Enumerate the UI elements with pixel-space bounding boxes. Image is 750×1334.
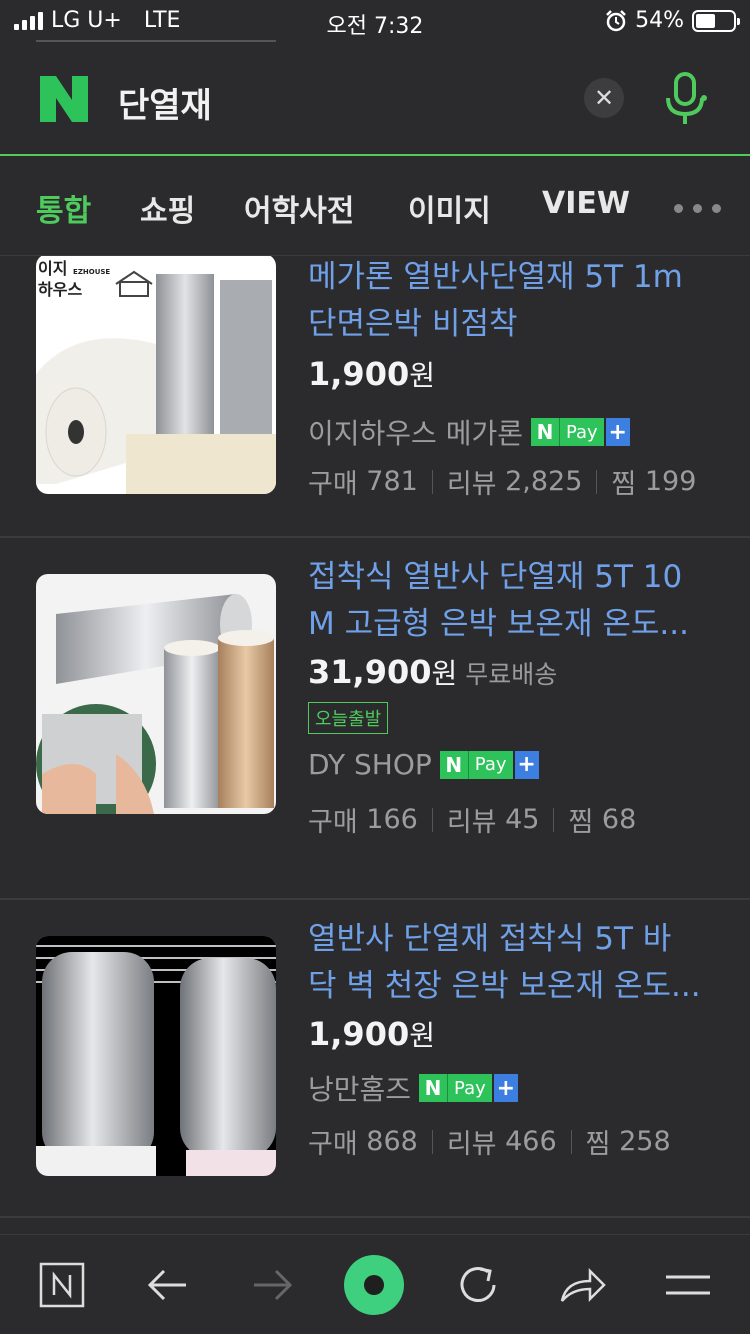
product-title-line1: 메가론 열반사단열재 5T 1m [308, 259, 683, 295]
likes-count: 199 [644, 466, 697, 497]
tab-integrated[interactable]: 통합 [36, 186, 91, 230]
bottom-toolbar [0, 1234, 750, 1334]
reviews-count: 2,825 [505, 466, 583, 497]
product-stats: 구매 868 리뷰 466 찜 258 [308, 1122, 671, 1161]
thumb-text-bottom: 하우스 [38, 280, 83, 299]
price-currency: 원 [409, 1019, 435, 1052]
product-title-line1: 접착식 열반사 단열재 5T 10 [308, 559, 683, 595]
likes-count: 258 [619, 1126, 671, 1157]
product-thumbnail[interactable]: 이지 EZHOUSE 하우스 [36, 256, 276, 494]
product-stats: 구매 166 리뷰 45 찜 68 [308, 800, 636, 839]
close-icon: ✕ [593, 84, 615, 112]
product-title[interactable]: 열반사 단열재 접착식 5T 바 닥 벽 천장 은박 보온재 온도... [308, 916, 718, 1010]
seller-row: DY SHOP N Pay + [308, 748, 539, 781]
tab-dictionary[interactable]: 어학사전 [244, 186, 354, 230]
product-title[interactable]: 메가론 열반사단열재 5T 1m 단면은박 비점착 [308, 256, 718, 348]
green-dot-icon[interactable] [344, 1255, 404, 1315]
thumb-text-top: 이지 [38, 259, 68, 278]
product-title-line2: 단면은박 비점착 [308, 306, 518, 342]
npay-n-icon: N [419, 1074, 448, 1102]
battery-fill [696, 13, 715, 28]
price-currency: 원 [431, 657, 458, 690]
product-title[interactable]: 접착식 열반사 단열재 5T 10 M 고급형 은박 보온재 온도... [308, 554, 718, 648]
tab-shopping[interactable]: 쇼핑 [140, 186, 195, 230]
seller-row: 이지하우스 메가론 N Pay + [308, 412, 630, 452]
product-title-line2: M 고급형 은박 보온재 온도... [308, 606, 689, 642]
product-stats: 구매 781 리뷰 2,825 찜 199 [308, 462, 696, 501]
npay-label: Pay [558, 418, 604, 446]
refresh-icon[interactable] [454, 1261, 502, 1309]
npay-badge: N Pay + [419, 1074, 518, 1102]
plus-icon: + [514, 750, 539, 779]
purchases-label: 구매 [308, 1129, 358, 1160]
status-right: 54% [605, 8, 740, 33]
thumb-brand: EZHOUSE [73, 268, 111, 276]
tab-images[interactable]: 이미지 [408, 186, 491, 230]
npay-label: Pay [467, 750, 513, 779]
product-card[interactable]: 접착식 열반사 단열재 5T 10 M 고급형 은박 보온재 온도... 31,… [0, 538, 750, 900]
likes-label: 찜 [585, 1129, 611, 1160]
product-price: 31,900원 무료배송 [308, 652, 557, 692]
likes-count: 68 [601, 804, 637, 835]
naver-logo-icon[interactable] [40, 76, 88, 122]
npay-badge: N Pay + [439, 750, 539, 779]
product-card[interactable]: 열반사 단열재 접착식 5T 바 닥 벽 천장 은박 보온재 온도... 1,9… [0, 900, 750, 1218]
more-tabs-icon[interactable] [674, 204, 721, 213]
reviews-count: 45 [505, 804, 540, 835]
product-thumbnail[interactable] [36, 936, 276, 1176]
plus-icon: + [605, 418, 630, 446]
status-bar: LG U+ LTE 오전 7:32 54% [0, 0, 750, 40]
clear-search-button[interactable]: ✕ [584, 78, 624, 118]
product-card[interactable]: 이지 EZHOUSE 하우스 메가론 열반사단열재 5T 1m 단면은박 비점착… [0, 256, 750, 538]
same-day-shipping-badge: 오늘출발 [308, 702, 389, 734]
reviews-label: 리뷰 [446, 807, 497, 838]
product-price: 1,900원 [308, 354, 435, 394]
microphone-icon[interactable] [660, 68, 710, 128]
menu-icon[interactable] [664, 1261, 712, 1309]
likes-label: 찜 [568, 807, 594, 838]
scroll-residue-divider [36, 40, 276, 42]
seller-name[interactable]: 이지하우스 메가론 [308, 412, 523, 452]
plus-icon: + [493, 1074, 518, 1102]
back-arrow-icon[interactable] [144, 1261, 192, 1309]
price-value: 1,900 [308, 1015, 410, 1053]
purchases-count: 781 [366, 466, 418, 497]
seller-name[interactable]: 낭만홈즈 [308, 1068, 411, 1108]
forward-arrow-icon[interactable] [248, 1261, 296, 1309]
purchases-label: 구매 [308, 469, 358, 500]
search-tabs: 통합 쇼핑 어학사전 이미지 VIEW [0, 156, 750, 256]
search-bar: 단열재 ✕ [0, 40, 750, 156]
reviews-count: 466 [505, 1126, 557, 1157]
reviews-label: 리뷰 [446, 469, 497, 500]
product-list: 이지 EZHOUSE 하우스 메가론 열반사단열재 5T 1m 단면은박 비점착… [0, 256, 750, 1234]
battery-icon [692, 9, 740, 32]
npay-label: Pay [447, 1074, 492, 1102]
battery-percent: 54% [635, 8, 684, 33]
price-currency: 원 [409, 359, 435, 392]
seller-name[interactable]: DY SHOP [308, 748, 432, 781]
npay-n-icon: N [530, 418, 559, 446]
price-value: 1,900 [308, 355, 410, 393]
tab-view[interactable]: VIEW [542, 186, 630, 221]
reviews-label: 리뷰 [446, 1129, 497, 1160]
product-title-line2: 닥 벽 천장 은박 보온재 온도... [308, 968, 701, 1004]
product-price: 1,900원 [308, 1014, 435, 1054]
share-icon[interactable] [558, 1261, 606, 1309]
product-title-line1: 열반사 단열재 접착식 5T 바 [308, 921, 672, 957]
purchases-label: 구매 [308, 807, 358, 838]
likes-label: 찜 [611, 469, 637, 500]
insulation-roll-image [36, 936, 276, 1176]
seller-row: 낭만홈즈 N Pay + [308, 1068, 518, 1108]
search-input[interactable]: 단열재 [118, 78, 212, 127]
naver-home-icon[interactable] [38, 1261, 86, 1309]
purchases-count: 166 [366, 804, 418, 835]
product-thumbnail[interactable] [36, 574, 276, 814]
price-value: 31,900 [308, 653, 432, 691]
npay-badge: N Pay + [530, 418, 630, 446]
insulation-roll-image [36, 574, 276, 814]
shipping-info: 무료배송 [465, 660, 558, 689]
npay-n-icon: N [439, 750, 468, 779]
purchases-count: 868 [366, 1126, 418, 1157]
alarm-icon [606, 9, 626, 31]
